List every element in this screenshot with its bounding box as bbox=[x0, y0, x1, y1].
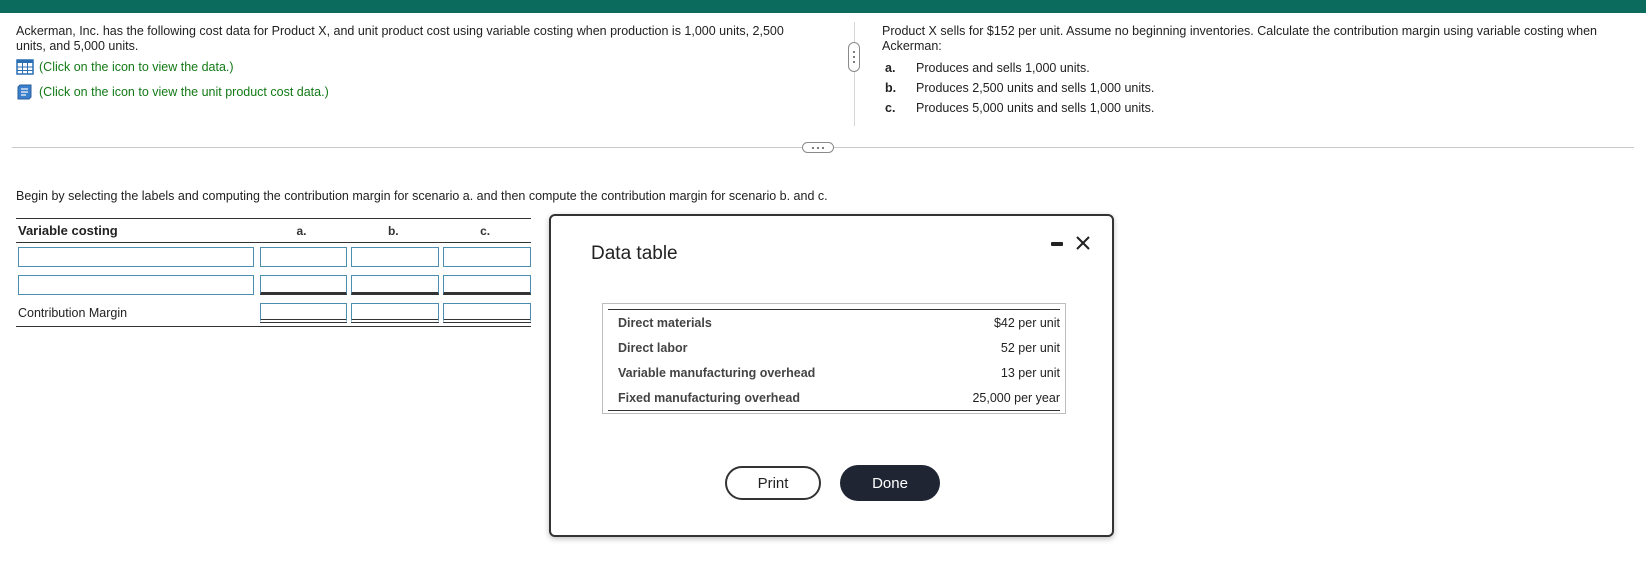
table-row: Direct materials $42 per unit bbox=[608, 310, 1060, 335]
cost-value: 25,000 per year bbox=[972, 390, 1060, 405]
column-header-a: a. bbox=[296, 224, 307, 238]
scenario-letter: c. bbox=[885, 100, 896, 115]
cost-label: Variable manufacturing overhead bbox=[618, 365, 816, 380]
vertical-resize-handle[interactable] bbox=[848, 42, 860, 72]
data-table-dialog: Data table Direct materials $42 per unit… bbox=[549, 214, 1114, 537]
scenario-item: a. Produces and sells 1,000 units. bbox=[882, 58, 1632, 78]
amount-input-c[interactable] bbox=[443, 302, 531, 323]
question-intro: Ackerman, Inc. has the following cost da… bbox=[16, 24, 784, 53]
top-bar bbox=[0, 0, 1646, 13]
print-button[interactable]: Print bbox=[725, 466, 821, 500]
scenario-list: a. Produces and sells 1,000 units. b. Pr… bbox=[882, 58, 1632, 118]
cost-label: Direct labor bbox=[618, 340, 688, 355]
close-icon[interactable] bbox=[1073, 233, 1093, 253]
view-unit-cost-link-text[interactable]: (Click on the icon to view the unit prod… bbox=[39, 85, 329, 100]
table-row: Fixed manufacturing overhead 25,000 per … bbox=[608, 385, 1060, 410]
vertical-divider bbox=[854, 22, 855, 126]
amount-input-b[interactable] bbox=[351, 302, 440, 323]
scenario-item: c. Produces 5,000 units and sells 1,000 … bbox=[882, 98, 1632, 118]
scenario-text: Produces 2,500 units and sells 1,000 uni… bbox=[916, 80, 1155, 95]
cost-value: $42 per unit bbox=[993, 315, 1060, 330]
label-dropdown[interactable] bbox=[18, 275, 254, 295]
table-row: Contribution Margin bbox=[16, 299, 531, 327]
amount-input-a[interactable] bbox=[259, 247, 348, 267]
table-row bbox=[16, 271, 531, 299]
column-header-c: c. bbox=[480, 224, 491, 238]
cost-value: 52 per unit bbox=[1000, 340, 1060, 355]
amount-input-b[interactable] bbox=[351, 247, 440, 267]
table-grid-icon[interactable] bbox=[16, 59, 34, 75]
cost-label: Direct materials bbox=[618, 315, 712, 330]
document-icon[interactable] bbox=[16, 84, 34, 100]
amount-input-a[interactable] bbox=[259, 275, 348, 295]
amount-input-c[interactable] bbox=[443, 275, 531, 295]
scenario-letter: b. bbox=[885, 80, 897, 95]
scenario-text: Produces and sells 1,000 units. bbox=[916, 60, 1090, 75]
dialog-title: Data table bbox=[591, 243, 678, 264]
minimize-icon[interactable] bbox=[1049, 237, 1065, 251]
column-header-b: b. bbox=[387, 224, 399, 238]
view-data-link[interactable]: (Click on the icon to view the data.) bbox=[16, 59, 816, 75]
view-unit-cost-link[interactable]: (Click on the icon to view the unit prod… bbox=[16, 84, 816, 100]
amount-input-a[interactable] bbox=[259, 302, 348, 323]
label-dropdown[interactable] bbox=[18, 247, 254, 267]
amount-input-c[interactable] bbox=[443, 247, 531, 267]
question-right-pane: Product X sells for $152 per unit. Assum… bbox=[882, 24, 1632, 118]
cost-value: 13 per unit bbox=[1000, 365, 1060, 380]
view-data-link-text[interactable]: (Click on the icon to view the data.) bbox=[39, 60, 234, 75]
table-row: Variable manufacturing overhead 13 per u… bbox=[608, 360, 1060, 385]
instruction-text: Begin by selecting the labels and comput… bbox=[16, 189, 828, 203]
table-header-row: Variable costing a. b. c. bbox=[16, 218, 531, 243]
scenario-letter: a. bbox=[885, 60, 896, 75]
table-row bbox=[16, 243, 531, 271]
question-left-pane: Ackerman, Inc. has the following cost da… bbox=[16, 24, 816, 100]
question-right-text: Product X sells for $152 per unit. Assum… bbox=[882, 24, 1597, 53]
row-label: Contribution Margin bbox=[18, 305, 128, 320]
cost-label: Fixed manufacturing overhead bbox=[618, 390, 800, 405]
variable-costing-table: Variable costing a. b. c. Contribution M… bbox=[16, 218, 531, 327]
amount-input-b[interactable] bbox=[351, 275, 440, 295]
scenario-item: b. Produces 2,500 units and sells 1,000 … bbox=[882, 78, 1632, 98]
cost-data-table: Direct materials $42 per unit Direct lab… bbox=[602, 303, 1066, 414]
done-button[interactable]: Done bbox=[840, 465, 940, 501]
scenario-text: Produces 5,000 units and sells 1,000 uni… bbox=[916, 100, 1155, 115]
table-title: Variable costing bbox=[18, 223, 118, 238]
table-row: Direct labor 52 per unit bbox=[608, 335, 1060, 360]
horizontal-resize-handle[interactable] bbox=[802, 142, 834, 153]
